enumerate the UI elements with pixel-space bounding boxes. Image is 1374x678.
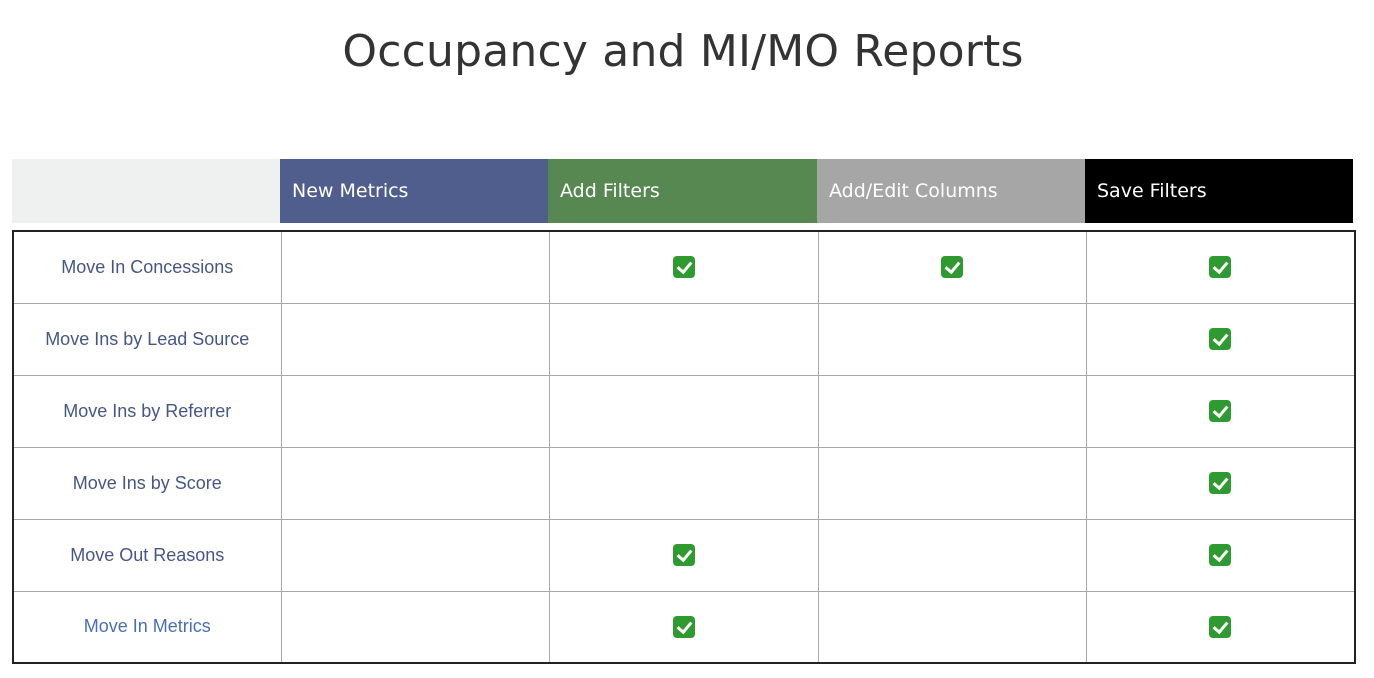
feature-cell-add-edit-columns [817,518,1087,592]
check-icon [941,256,963,279]
report-name-cell: Move Out Reasons [12,518,282,592]
table-row: Move Ins by Score [12,446,1356,520]
header-add-filters: Add Filters [548,159,817,223]
table-row: Move In Concessions [12,230,1356,304]
feature-cell-add-filters [548,230,819,304]
check-icon [1209,328,1232,350]
check-icon [672,615,695,638]
report-name-cell: Move In Concessions [12,230,282,304]
feature-cell-add-filters [548,446,819,520]
feature-cell-add-edit-columns [817,302,1087,376]
feature-cell-save-filters [1085,374,1356,448]
check-icon [1209,615,1232,638]
check-icon [1209,256,1232,279]
feature-cell-save-filters [1085,518,1356,592]
feature-cell-add-edit-columns [817,374,1087,448]
feature-cell-new-metrics [280,590,550,664]
report-feature-table: Move In Concessions Move Ins by Lead Sour… [12,230,1356,664]
check-icon [1209,400,1232,422]
feature-cell-add-filters [548,374,819,448]
header-blank-cell [12,159,280,223]
report-name-cell: Move In Metrics [12,590,282,664]
report-name-cell: Move Ins by Lead Source [12,302,282,376]
feature-cell-add-filters [548,590,819,664]
check-icon [672,256,695,279]
page-title: Occupancy and MI/MO Reports [342,26,1024,77]
header-save-filters: Save Filters [1085,159,1353,223]
feature-cell-new-metrics [280,446,550,520]
report-name-cell: Move Ins by Score [12,446,282,520]
feature-cell-new-metrics [280,374,550,448]
table-row: Move Ins by Lead Source [12,302,1356,376]
header-add-edit-columns: Add/Edit Columns [817,159,1085,223]
feature-cell-add-edit-columns [817,446,1087,520]
header-new-metrics: New Metrics [280,159,548,223]
feature-cell-save-filters [1085,446,1356,520]
table-row: Move Out Reasons [12,518,1356,592]
check-icon [672,544,695,566]
feature-cell-add-filters [548,302,819,376]
feature-cell-add-edit-columns [817,590,1087,664]
check-icon [1209,544,1232,566]
feature-cell-save-filters [1085,302,1356,376]
feature-header-row: New Metrics Add Filters Add/Edit Columns… [12,159,1353,223]
feature-cell-add-filters [548,518,819,592]
feature-cell-new-metrics [280,230,550,304]
check-icon [1209,472,1232,494]
feature-cell-add-edit-columns [817,230,1087,304]
feature-cell-new-metrics [280,302,550,376]
table-row: Move Ins by Referrer [12,374,1356,448]
feature-cell-save-filters [1085,590,1356,664]
report-name-cell: Move Ins by Referrer [12,374,282,448]
feature-cell-new-metrics [280,518,550,592]
table-row: Move In Metrics [12,590,1356,664]
feature-cell-save-filters [1085,230,1356,304]
